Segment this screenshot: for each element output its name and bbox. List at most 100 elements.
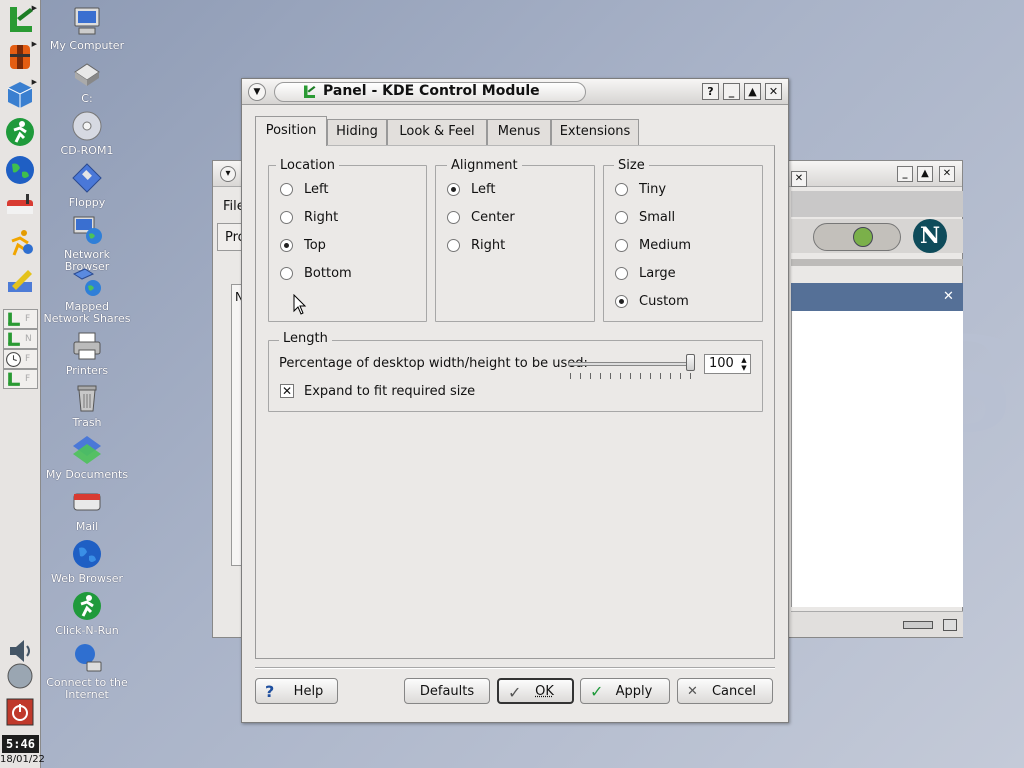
radio-button[interactable] xyxy=(280,211,293,224)
desktop-icon-click-n-run[interactable]: Click-N-Run xyxy=(42,590,132,637)
panel-clock[interactable]: 5:46 xyxy=(2,735,39,753)
taskbar-item-panel[interactable]: F xyxy=(3,369,38,389)
radio-button[interactable] xyxy=(280,239,293,252)
maximize-icon[interactable]: ▲ xyxy=(917,166,933,182)
desktop-icon-label: Printers xyxy=(65,364,109,377)
radio-location-left[interactable]: Left xyxy=(280,182,328,197)
help-question-icon: ? xyxy=(265,682,275,701)
desktop-icon-label: My Documents xyxy=(45,468,129,481)
radio-button[interactable] xyxy=(447,239,460,252)
spin-arrows-icon[interactable]: ▲ ▼ xyxy=(739,356,749,372)
slider-ticks xyxy=(570,373,692,379)
desktop-icon-network-browser[interactable]: Network Browser xyxy=(42,214,132,273)
cdrom-icon xyxy=(72,111,102,141)
network-launcher[interactable] xyxy=(2,225,38,261)
radio-size-medium[interactable]: Medium xyxy=(615,238,691,253)
connect-icon xyxy=(75,644,102,672)
length-spinbox[interactable]: 100 ▲ ▼ xyxy=(704,354,751,374)
tab-menus[interactable]: Menus xyxy=(487,119,551,145)
taskbar-item-kde[interactable]: F xyxy=(3,309,38,329)
box-launcher[interactable]: ▶ xyxy=(2,76,38,112)
window-menu-icon[interactable]: ▼ xyxy=(248,83,266,101)
radio-alignment-left[interactable]: Left xyxy=(447,182,495,197)
sidebar-header xyxy=(791,283,963,311)
lifejacket-launcher[interactable]: ▶ xyxy=(2,38,38,74)
kde-small-icon xyxy=(8,312,20,326)
tab-position[interactable]: Position xyxy=(255,116,327,146)
radio-button[interactable] xyxy=(615,211,628,224)
radio-size-small[interactable]: Small xyxy=(615,210,675,225)
desktop-icon-trash[interactable]: Trash xyxy=(42,382,132,429)
go-icon[interactable] xyxy=(853,227,873,247)
computer-icon xyxy=(74,7,100,35)
desktop-icon-floppy[interactable]: Floppy xyxy=(42,162,132,209)
radio-location-top[interactable]: Top xyxy=(280,238,326,253)
click-n-run-launcher[interactable] xyxy=(2,114,38,150)
dialog-titlebar[interactable]: ▼ Panel - KDE Control Module ? _ ▲ ✕ xyxy=(242,79,788,105)
inner-close-icon[interactable]: ✕ xyxy=(791,171,807,187)
editor-launcher[interactable] xyxy=(2,262,38,298)
minimize-icon[interactable]: _ xyxy=(723,83,740,100)
radio-button[interactable] xyxy=(447,183,460,196)
expand-checkbox[interactable]: ✕ xyxy=(280,384,294,398)
desktop-icon-my-documents[interactable]: My Documents xyxy=(42,434,132,481)
window-menu-icon[interactable]: ▾ xyxy=(220,166,236,182)
radio-alignment-center[interactable]: Center xyxy=(447,210,515,225)
sidebar-close-icon[interactable]: ✕ xyxy=(943,289,954,304)
panel-date: 18/01/22 xyxy=(0,754,45,765)
clock-icon xyxy=(6,351,21,367)
drive-icon xyxy=(74,63,100,86)
radio-button[interactable] xyxy=(280,267,293,280)
tab-hiding[interactable]: Hiding xyxy=(327,119,387,145)
desktop-icon-label: Mail xyxy=(75,520,99,533)
k-menu-button[interactable]: ▶ xyxy=(2,2,38,38)
length-slider[interactable] xyxy=(568,353,696,379)
radio-size-custom[interactable]: Custom xyxy=(615,294,689,309)
help-button[interactable]: ? Help xyxy=(255,678,338,704)
radio-button[interactable] xyxy=(615,239,628,252)
minimize-icon[interactable]: _ xyxy=(897,166,913,182)
desktop-icon-cdrom[interactable]: CD-ROM1 xyxy=(42,110,132,157)
radio-button[interactable] xyxy=(615,183,628,196)
network-status-button[interactable] xyxy=(2,663,38,689)
tab-extensions[interactable]: Extensions xyxy=(551,119,639,145)
radio-alignment-right[interactable]: Right xyxy=(447,238,505,253)
cancel-button[interactable]: ✕ Cancel xyxy=(677,678,773,704)
logout-button[interactable] xyxy=(2,698,38,726)
ok-button[interactable]: ✓ OK xyxy=(497,678,574,704)
tab-look-and-feel[interactable]: Look & Feel xyxy=(387,119,487,145)
mail-launcher[interactable] xyxy=(2,188,38,224)
radio-button[interactable] xyxy=(615,295,628,308)
radio-size-large[interactable]: Large xyxy=(615,266,676,281)
radio-button[interactable] xyxy=(280,183,293,196)
close-icon[interactable]: ✕ xyxy=(939,166,955,182)
taskbar-item-clock[interactable]: F xyxy=(3,349,38,369)
radio-location-bottom[interactable]: Bottom xyxy=(280,266,352,281)
radio-size-tiny[interactable]: Tiny xyxy=(615,182,666,197)
runner-icon xyxy=(11,230,33,256)
help-icon[interactable]: ? xyxy=(702,83,719,100)
desktop-icon-c-drive[interactable]: C: xyxy=(42,58,132,105)
radio-location-right[interactable]: Right xyxy=(280,210,338,225)
slider-track xyxy=(568,362,694,366)
cancel-x-icon: ✕ xyxy=(687,684,698,699)
desktop-icon-printers[interactable]: Printers xyxy=(42,330,132,377)
mailbox-icon xyxy=(7,194,33,214)
maximize-icon[interactable]: ▲ xyxy=(744,83,761,100)
apply-button[interactable]: ✓ Apply xyxy=(580,678,670,704)
radio-button[interactable] xyxy=(615,267,628,280)
slider-handle[interactable] xyxy=(686,354,695,371)
desktop-icon-mail[interactable]: Mail xyxy=(42,486,132,533)
web-browser-launcher[interactable] xyxy=(2,152,38,188)
desktop-icon-mapped-network-shares[interactable]: Mapped Network Shares xyxy=(42,266,132,325)
desktop-icon-connect-internet[interactable]: Connect to the Internet xyxy=(42,642,132,701)
desktop-icon-web-browser[interactable]: Web Browser xyxy=(42,538,132,585)
taskbar-item-control-center[interactable]: N xyxy=(3,329,38,349)
defaults-button[interactable]: Defaults xyxy=(404,678,490,704)
pencil-icon xyxy=(8,270,32,292)
close-icon[interactable]: ✕ xyxy=(765,83,782,100)
radio-button[interactable] xyxy=(447,211,460,224)
kde-small-icon xyxy=(8,332,20,346)
connection-icon xyxy=(903,621,933,629)
desktop-icon-my-computer[interactable]: My Computer xyxy=(42,5,132,52)
